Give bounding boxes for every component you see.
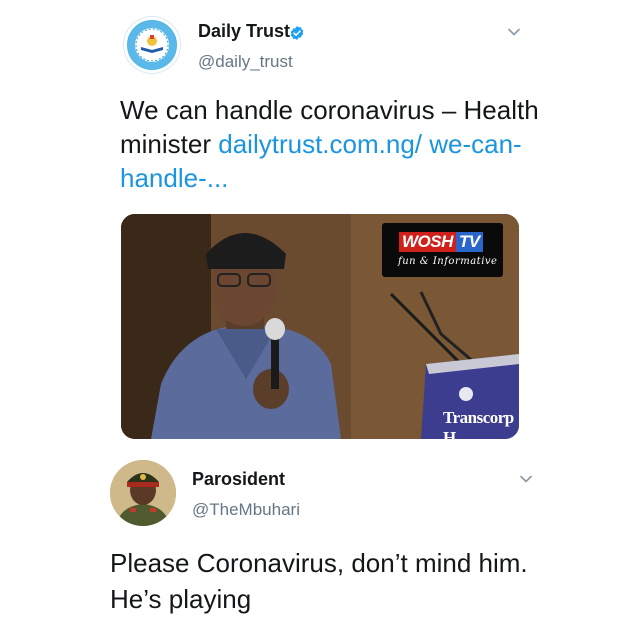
tweet2-handle[interactable]: @TheMbuhari (192, 500, 300, 520)
wosh-logo-left: WOSH (399, 232, 456, 252)
wosh-tagline: fun & Informative (398, 256, 498, 267)
parosident-avatar[interactable] (110, 460, 176, 526)
daily-trust-logo-icon (128, 21, 176, 69)
podium-text: Transcorp H (443, 408, 514, 439)
chevron-down-icon[interactable] (507, 25, 521, 39)
verified-badge-icon (290, 26, 304, 40)
tweet2-text: Please Coronavirus, don’t mind him. He’s… (110, 548, 528, 614)
tweet1-handle[interactable]: @daily_trust (198, 52, 293, 72)
tweet2-display-name[interactable]: Parosident (192, 469, 285, 490)
tweet1-photo[interactable]: WOSH TV fun & Informative Transcorp H (121, 214, 519, 439)
user-avatar-icon (110, 460, 176, 526)
wosh-logo-right: TV (455, 232, 483, 252)
wosh-tv-logo: WOSH TV (399, 232, 483, 252)
daily-trust-avatar[interactable] (124, 17, 180, 73)
chevron-down-icon[interactable] (519, 472, 533, 486)
tweet1-display-name[interactable]: Daily Trust (198, 21, 290, 42)
tweet1-text: We can handle coronavirus – Health minis… (120, 93, 540, 195)
wosh-tv-watermark: WOSH TV fun & Informative (382, 223, 503, 277)
